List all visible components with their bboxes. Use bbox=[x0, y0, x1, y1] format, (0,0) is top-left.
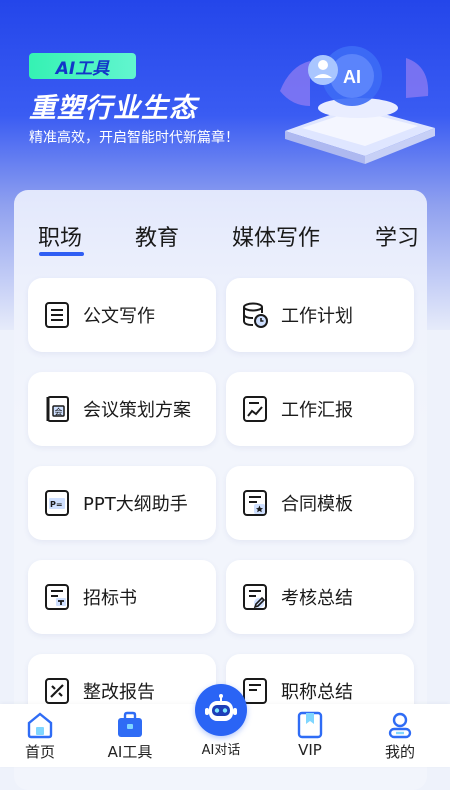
hero-subtitle: 精准高效，开启智能时代新篇章！ bbox=[29, 130, 239, 146]
tab-workplace[interactable]: 职场 bbox=[38, 220, 82, 252]
tool-card-ppt-outline[interactable]: P= PPT大纲助手 bbox=[28, 466, 216, 540]
tool-card-tender-doc[interactable]: 招标书 bbox=[28, 560, 216, 634]
hero-title: 重塑行业生态 bbox=[29, 93, 197, 124]
badge-label: AI工具 bbox=[55, 58, 110, 79]
nav-vip-label: VIP bbox=[298, 741, 322, 759]
art-ai-text: AI bbox=[343, 67, 361, 87]
edit-doc-icon bbox=[243, 584, 267, 610]
category-tabs: 职场 教育 媒体写作 学习 bbox=[14, 190, 427, 260]
document-list-icon bbox=[45, 302, 69, 328]
tender-doc-icon bbox=[45, 584, 69, 610]
contract-star-icon bbox=[243, 490, 267, 516]
tab-media-writing[interactable]: 媒体写作 bbox=[232, 220, 320, 252]
home-icon bbox=[27, 712, 53, 739]
tool-card-work-plan[interactable]: 工作计划 bbox=[226, 278, 414, 352]
tool-card-assessment-summary[interactable]: 考核总结 bbox=[226, 560, 414, 634]
nav-ai-tools[interactable]: AI工具 bbox=[100, 704, 160, 767]
bookmark-icon bbox=[297, 711, 323, 739]
nav-mine-label: 我的 bbox=[384, 743, 415, 761]
nav-mine[interactable]: 我的 bbox=[370, 704, 430, 767]
card-label: PPT大纲助手 bbox=[83, 494, 188, 515]
nav-ai-tools-label: AI工具 bbox=[107, 743, 153, 761]
nav-vip[interactable]: VIP bbox=[280, 704, 340, 767]
card-label: 工作计划 bbox=[281, 306, 353, 327]
tool-card-official-writing[interactable]: 公文写作 bbox=[28, 278, 216, 352]
ai-chat-button[interactable] bbox=[195, 684, 247, 736]
meeting-book-icon: 会 bbox=[46, 396, 69, 422]
nav-home[interactable]: 首页 bbox=[10, 704, 70, 767]
ppt-icon: P= bbox=[45, 490, 69, 516]
tool-card-work-report[interactable]: 工作汇报 bbox=[226, 372, 414, 446]
rectify-icon bbox=[45, 678, 69, 704]
card-label: 工作汇报 bbox=[281, 400, 353, 421]
card-label: 招标书 bbox=[83, 588, 137, 609]
nav-home-label: 首页 bbox=[24, 743, 55, 761]
card-label: 会议策划方案 bbox=[83, 400, 191, 421]
svg-text:会: 会 bbox=[55, 407, 63, 417]
report-chart-icon bbox=[243, 396, 267, 422]
user-icon bbox=[388, 712, 412, 739]
tool-card-meeting-plan[interactable]: 会 会议策划方案 bbox=[28, 372, 216, 446]
card-label: 合同模板 bbox=[281, 494, 353, 515]
toolbox-icon bbox=[118, 711, 142, 737]
tab-study[interactable]: 学习 bbox=[375, 220, 419, 252]
card-label: 整改报告 bbox=[83, 682, 155, 703]
database-clock-icon bbox=[243, 302, 268, 328]
card-label: 考核总结 bbox=[281, 588, 353, 609]
svg-text:P=: P= bbox=[50, 500, 63, 509]
active-tab-indicator bbox=[39, 252, 84, 256]
card-label: 公文写作 bbox=[83, 306, 155, 327]
nav-ai-chat-label: AI对话 bbox=[201, 743, 241, 758]
card-label: 职称总结 bbox=[281, 682, 353, 703]
ai-platform-illustration: AI bbox=[280, 46, 435, 164]
tab-education[interactable]: 教育 bbox=[135, 220, 179, 252]
tool-card-contract-template[interactable]: 合同模板 bbox=[226, 466, 414, 540]
ai-tools-badge: AI工具 bbox=[29, 53, 136, 79]
robot-icon bbox=[205, 694, 237, 721]
